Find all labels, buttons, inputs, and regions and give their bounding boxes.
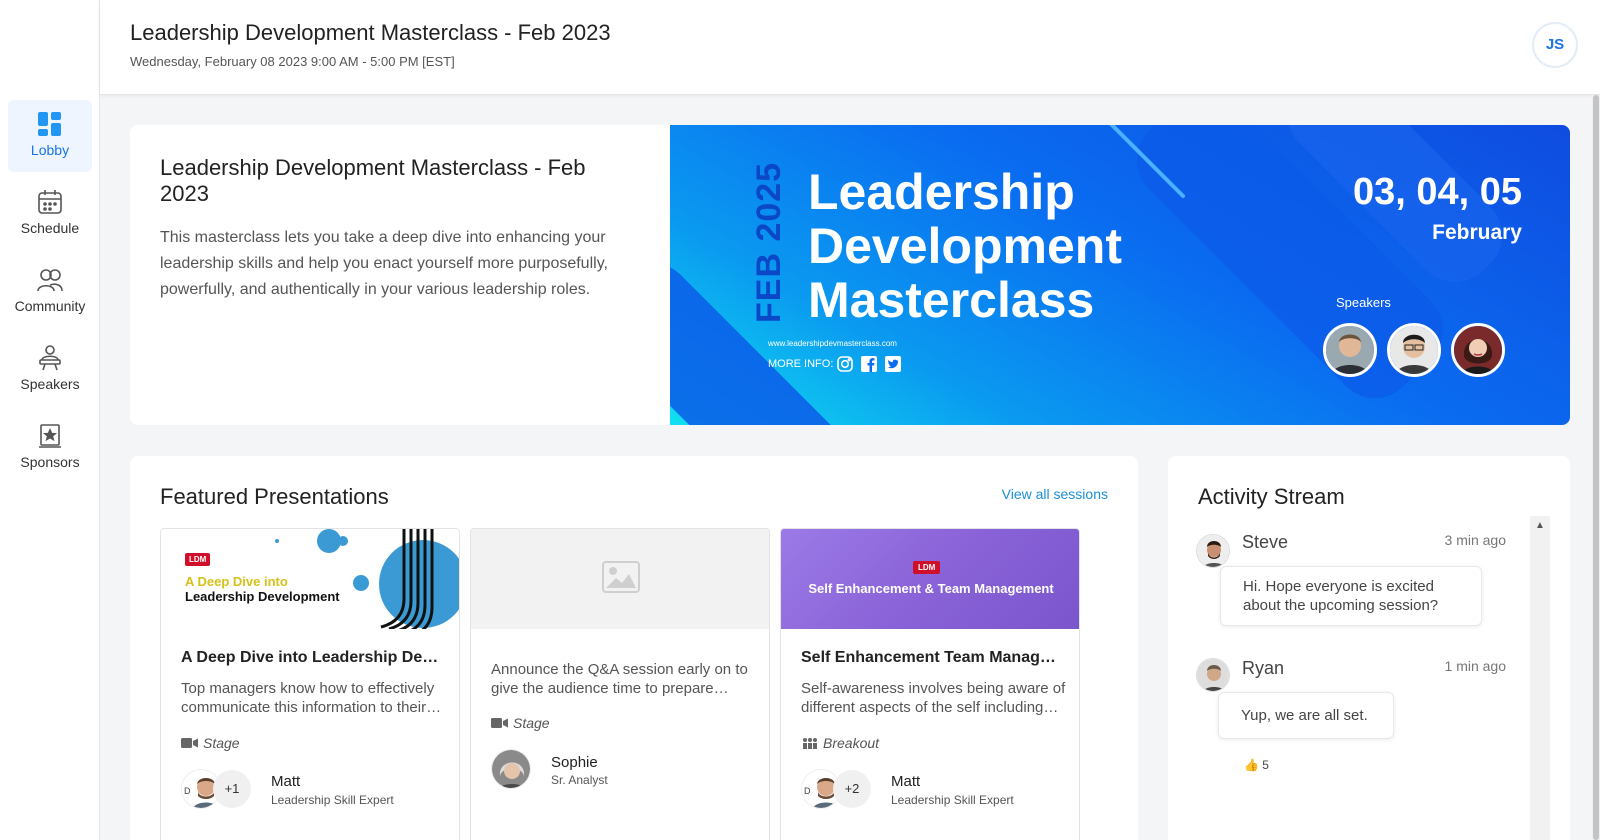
reaction-count: 5 — [1262, 758, 1269, 772]
session-type-label: Stage — [203, 735, 240, 751]
featured-presentations-panel: Featured Presentations View all sessions… — [130, 456, 1138, 840]
star-badge-icon — [39, 424, 61, 448]
people-icon — [37, 269, 63, 292]
session-type: Breakout — [801, 735, 879, 751]
speaker-name: Matt — [891, 773, 921, 790]
banner-title-line: Masterclass — [808, 272, 1095, 328]
user-avatar — [1196, 534, 1230, 568]
banner-url: www.leadershipdevmasterclass.com — [768, 339, 897, 348]
user-avatar — [1196, 658, 1230, 692]
thumbnail-title-line: A Deep Dive into — [185, 574, 288, 589]
view-all-sessions-link[interactable]: View all sessions — [1002, 486, 1108, 502]
banner-title: Leadership Development Masterclass — [808, 165, 1122, 327]
presentation-card[interactable]: LDM Self Enhancement & Team Management S… — [780, 528, 1080, 840]
presentation-description: Announce the Q&A session early on to giv… — [491, 661, 748, 697]
activity-title: Activity Stream — [1198, 484, 1345, 509]
image-placeholder-icon — [602, 561, 640, 593]
banner-speakers-label: Speakers — [1336, 295, 1391, 310]
speaker-photo — [1451, 323, 1505, 377]
speaker-photo — [1387, 323, 1441, 377]
speaker-role: Leadership Skill Expert — [271, 793, 394, 807]
session-type-label: Stage — [513, 715, 550, 731]
session-type: Stage — [491, 715, 550, 731]
sidebar-item-schedule[interactable]: Schedule — [8, 178, 92, 250]
thumbs-up-icon: 👍 — [1244, 758, 1259, 772]
video-camera-icon — [491, 718, 508, 728]
post-author: Steve — [1242, 532, 1289, 552]
user-avatar[interactable]: JS — [1532, 22, 1578, 68]
banner-more-info: MORE INFO: — [768, 358, 834, 370]
page-scrollbar[interactable] — [1592, 95, 1600, 840]
featured-title: Featured Presentations — [160, 484, 389, 509]
sidebar-item-label: Speakers — [20, 376, 80, 392]
dashboard-icon — [38, 112, 61, 136]
scroll-up-arrow-icon[interactable]: ▲ — [1530, 516, 1550, 536]
thumbnail-title-line: Self Enhancement & Team Management — [808, 581, 1054, 596]
video-camera-icon — [181, 738, 198, 748]
banner-vertical-year: FEB 2025 — [750, 162, 790, 323]
additional-speakers-count[interactable]: +2 — [833, 770, 871, 808]
event-banner: FEB 2025 Leadership Development Mastercl… — [670, 125, 1570, 425]
event-hero-card: Leadership Development Masterclass - Feb… — [130, 125, 1570, 425]
group-icon — [803, 738, 817, 749]
session-type: Stage — [181, 735, 240, 751]
reaction-badge[interactable]: 👍 5 — [1244, 758, 1269, 772]
banner-month: February — [1432, 221, 1522, 244]
ldm-badge: LDM — [185, 553, 211, 566]
sidebar: Lobby Schedule Community Speakers Sponso… — [0, 0, 100, 840]
page-scrollbar-thumb[interactable] — [1593, 95, 1599, 840]
speaker-initial: D — [804, 786, 811, 796]
instagram-icon[interactable] — [836, 355, 854, 373]
activity-stream-panel: Activity Stream ▲ Steve 3 min ago Hi. Ho… — [1168, 456, 1570, 840]
session-type-label: Breakout — [823, 735, 880, 751]
sidebar-item-lobby[interactable]: Lobby — [8, 100, 92, 172]
sidebar-item-label: Community — [14, 298, 86, 314]
post-time: 3 min ago — [1444, 532, 1506, 548]
speaker-name: Sophie — [551, 754, 598, 771]
activity-scrollbar[interactable]: ▲ — [1530, 516, 1550, 840]
sidebar-item-label: Lobby — [30, 142, 70, 158]
banner-title-line: Leadership — [808, 164, 1075, 220]
message-bubble: Hi. Hope everyone is excited about the u… — [1220, 566, 1482, 626]
ldm-badge: LDM — [913, 561, 941, 574]
speaker-role: Sr. Analyst — [551, 773, 608, 787]
sidebar-item-speakers[interactable]: Speakers — [8, 334, 92, 406]
speaker-role: Leadership Skill Expert — [891, 793, 1014, 807]
post-time: 1 min ago — [1444, 658, 1506, 674]
presentation-thumbnail: LDM Self Enhancement & Team Management — [781, 529, 1079, 629]
sidebar-item-community[interactable]: Community — [8, 256, 92, 328]
twitter-icon[interactable] — [884, 355, 902, 373]
sidebar-item-sponsors[interactable]: Sponsors — [8, 412, 92, 484]
banner-vertical-text: FEB 2025 — [750, 161, 788, 323]
presentation-card[interactable]: Announce the Q&A session early on to giv… — [470, 528, 770, 840]
podium-icon — [39, 345, 61, 371]
presentation-title: A Deep Dive into Leadership Development — [181, 649, 443, 666]
thumbnail-title-line: Leadership Development — [185, 589, 340, 604]
presentation-thumbnail-placeholder — [471, 529, 769, 629]
event-description: This masterclass lets you take a deep di… — [160, 229, 608, 298]
speaker-initial: D — [184, 786, 191, 796]
event-title: Leadership Development Masterclass - Feb… — [160, 155, 586, 206]
sidebar-item-label: Schedule — [20, 220, 80, 236]
additional-speakers-count[interactable]: +1 — [213, 770, 251, 808]
sidebar-item-label: Sponsors — [20, 454, 80, 470]
speaker-name: Matt — [271, 773, 301, 790]
presentation-description: Top managers know how to effectively com… — [181, 680, 435, 716]
banner-dates: 03, 04, 05 — [1352, 171, 1522, 213]
post-author: Ryan — [1242, 658, 1285, 678]
calendar-icon — [38, 190, 62, 214]
page-header: Leadership Development Masterclass - Feb… — [100, 0, 1600, 95]
presentation-title: Self Enhancement Team Management — [801, 649, 1063, 666]
speaker-avatar — [491, 749, 531, 789]
event-datetime: Wednesday, February 08 2023 9:00 AM - 5:… — [130, 54, 455, 69]
presentation-card[interactable]: LDM A Deep Dive into Leadership Developm… — [160, 528, 460, 840]
page-title: Leadership Development Masterclass - Feb… — [130, 20, 611, 45]
speaker-photo — [1323, 323, 1377, 377]
facebook-icon[interactable] — [860, 355, 878, 373]
presentation-thumbnail: LDM A Deep Dive into Leadership Developm… — [161, 529, 459, 629]
presentation-description: Self-awareness involves being aware of d… — [801, 680, 1066, 716]
banner-title-line: Development — [808, 218, 1122, 274]
message-bubble: Yup, we are all set. — [1218, 692, 1394, 739]
